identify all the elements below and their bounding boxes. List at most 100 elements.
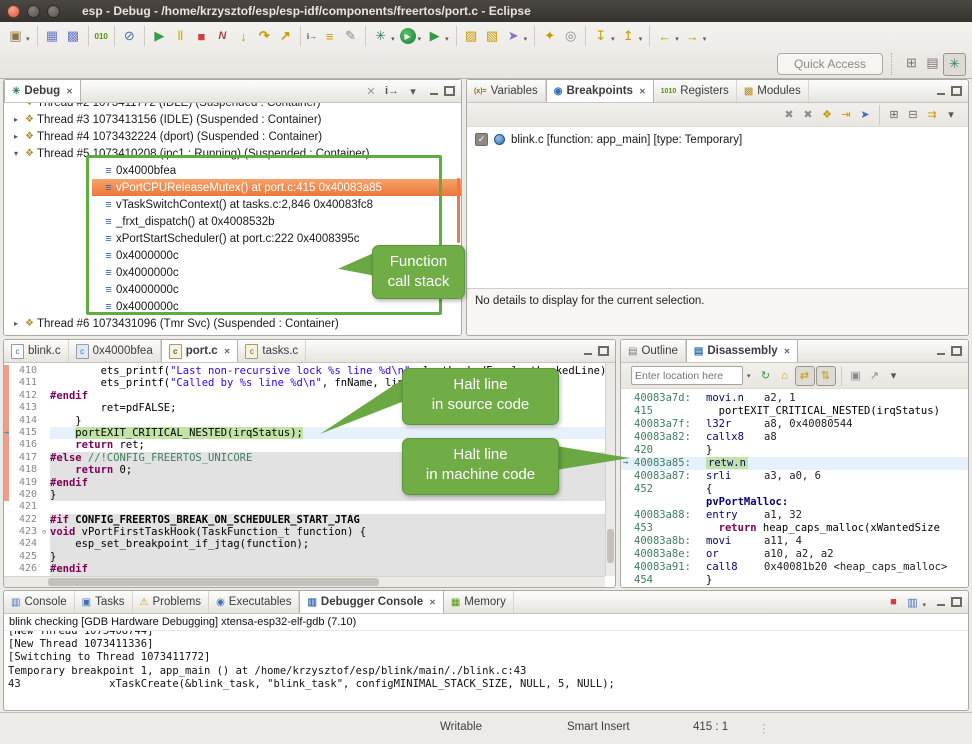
tab-debug[interactable]: ✳Debug✕ bbox=[4, 80, 81, 102]
remove-all-breakpoints-icon[interactable]: ✖ bbox=[799, 106, 817, 124]
code-line-421[interactable]: 421 bbox=[4, 501, 605, 513]
code-area[interactable]: 410 ets_printf("Last non-recursive lock … bbox=[4, 365, 605, 576]
location-dropdown-icon[interactable]: ▾ bbox=[747, 372, 751, 380]
stack-frame-row[interactable]: ≡0x4000000c bbox=[4, 247, 461, 264]
close-tab-icon[interactable]: ✕ bbox=[224, 347, 231, 356]
editor-vertical-scrollbar[interactable] bbox=[605, 363, 615, 576]
disassembly-line[interactable]: 420} bbox=[621, 444, 968, 457]
fold-marker[interactable]: ⊖ bbox=[42, 526, 50, 538]
stack-frame-row[interactable]: ≡_frxt_dispatch() at 0x4008532b bbox=[4, 213, 461, 230]
instruction-stepping-icon[interactable]: i→ bbox=[305, 26, 319, 47]
track-expression-icon[interactable]: ⇅ bbox=[816, 366, 836, 386]
run-icon[interactable]: ▶ bbox=[400, 28, 416, 44]
debug-view-scrollbar[interactable] bbox=[457, 178, 460, 243]
code-line-426[interactable]: 426#endif bbox=[4, 563, 605, 575]
code-line-422[interactable]: 422#if CONFIG_FREERTOS_BREAK_ON_SCHEDULE… bbox=[4, 514, 605, 526]
line-number[interactable]: 412 bbox=[9, 390, 42, 402]
save-all-icon[interactable]: ▩ bbox=[63, 26, 84, 47]
step-return-icon[interactable]: ↗ bbox=[275, 26, 296, 47]
tab-debugger-console[interactable]: ▥Debugger Console✕ bbox=[299, 591, 443, 613]
line-number[interactable]: 422 bbox=[9, 514, 42, 526]
debug-thread-row[interactable]: ▸❖Thread #3 1073413156 (IDLE) (Suspended… bbox=[4, 111, 461, 128]
new-view-icon[interactable]: ▣ bbox=[847, 367, 865, 385]
expand-arrow-icon[interactable]: ▸ bbox=[10, 319, 22, 328]
tab-memory[interactable]: ▦Memory bbox=[444, 591, 514, 613]
minimize-view-button[interactable] bbox=[933, 344, 948, 358]
search-icon[interactable]: ✦ bbox=[539, 26, 560, 47]
open-perspective-icon[interactable]: ⊞ bbox=[901, 53, 922, 74]
minimize-view-button[interactable] bbox=[933, 595, 948, 609]
new-wizard-icon[interactable]: ▣ bbox=[5, 26, 26, 47]
close-tab-icon[interactable]: ✕ bbox=[66, 87, 73, 96]
debug-thread-row[interactable]: ❖Thread #2 1073411772 (IDLE) (Suspended … bbox=[4, 103, 461, 111]
profile-icon[interactable]: ▶ bbox=[424, 26, 445, 47]
disassembly-line[interactable]: 415 portEXIT_CRITICAL_NESTED(irqStatus) bbox=[621, 405, 968, 418]
suspend-icon[interactable]: Ⅱ bbox=[170, 26, 191, 47]
line-number[interactable]: 414 bbox=[9, 415, 42, 427]
line-number[interactable]: 423 bbox=[9, 526, 42, 538]
resume-icon[interactable]: ▶ bbox=[149, 26, 170, 47]
code-line-412[interactable]: 412#endif bbox=[4, 390, 605, 402]
disassembly-line[interactable]: 40083a7f:l32ra8, 0x40080544 bbox=[621, 418, 968, 431]
code-line-413[interactable]: 413 ret=pdFALSE; bbox=[4, 402, 605, 414]
editor-horizontal-scrollbar[interactable] bbox=[4, 576, 605, 587]
code-line-425[interactable]: 425} bbox=[4, 551, 605, 563]
debug-dropdown-icon[interactable]: ▾ bbox=[391, 35, 395, 43]
next-annotation-icon[interactable]: ↥ bbox=[618, 26, 639, 47]
open-folder-icon[interactable]: ▧ bbox=[482, 26, 503, 47]
breakpoint-checkbox[interactable]: ✓ bbox=[475, 133, 488, 146]
back-dropdown-icon[interactable]: ▾ bbox=[675, 35, 679, 43]
disassembly-line[interactable]: 40083a82:callx8a8 bbox=[621, 431, 968, 444]
home-icon[interactable]: ⌂ bbox=[776, 367, 794, 385]
maximize-view-button[interactable] bbox=[949, 595, 964, 609]
stack-frame-row[interactable]: ≡0x4000bfea bbox=[4, 162, 461, 179]
next-annotation-dropdown-icon[interactable]: ▾ bbox=[639, 35, 643, 43]
tab-outline[interactable]: ▤Outline bbox=[621, 340, 686, 362]
display-console-icon[interactable]: ▥ bbox=[903, 593, 921, 611]
view-menu-icon[interactable]: ▾ bbox=[404, 82, 422, 100]
remove-breakpoint-icon[interactable]: ✖ bbox=[780, 106, 798, 124]
cpp-perspective-icon[interactable]: ▤ bbox=[922, 53, 943, 74]
code-line-423[interactable]: 423⊖void vPortFirstTaskHook(TaskFunction… bbox=[4, 526, 605, 538]
line-number[interactable]: 415 bbox=[9, 427, 42, 439]
stack-frame-row[interactable]: ≡0x4000000c bbox=[4, 281, 461, 298]
refresh-icon[interactable]: ↻ bbox=[757, 367, 775, 385]
profile-dropdown-icon[interactable]: ▾ bbox=[445, 35, 449, 43]
tab-tasks[interactable]: ▣Tasks bbox=[75, 591, 133, 613]
collapse-all-icon[interactable]: ⊟ bbox=[904, 106, 922, 124]
tab-port-c[interactable]: cport.c✕ bbox=[161, 340, 239, 362]
tab-executables[interactable]: ◉Executables bbox=[209, 591, 299, 613]
tab-breakpoints[interactable]: ◉Breakpoints✕ bbox=[546, 80, 654, 102]
tab-blink-c[interactable]: cblink.c bbox=[4, 340, 69, 362]
stack-frame-row[interactable]: ≡0x4000000c bbox=[4, 298, 461, 315]
code-line-415[interactable]: 415 portEXIT_CRITICAL_NESTED(irqStatus);… bbox=[4, 427, 605, 439]
line-number[interactable]: 419 bbox=[9, 477, 42, 489]
code-line-416[interactable]: 416 return ret; bbox=[4, 439, 605, 451]
display-console-dropdown-icon[interactable]: ▾ bbox=[922, 601, 926, 609]
line-number[interactable]: 416 bbox=[9, 439, 42, 451]
close-tab-icon[interactable]: ✕ bbox=[639, 87, 646, 96]
code-line-417[interactable]: 417#else //!CONFIG_FREERTOS_UNICORE bbox=[4, 452, 605, 464]
stack-frame-row[interactable]: ≡vPortCPUReleaseMutex() at port.c:415 0x… bbox=[92, 179, 461, 196]
line-number[interactable]: 425 bbox=[9, 551, 42, 563]
edit-step-filters-icon[interactable]: ✎ bbox=[340, 26, 361, 47]
line-number[interactable]: 418 bbox=[9, 464, 42, 476]
step-into-icon[interactable]: ↓ bbox=[233, 26, 254, 47]
debug-thread-row[interactable]: ▾❖Thread #5 1073410208 (ipc1 : Running) … bbox=[4, 145, 461, 162]
expand-arrow-icon[interactable]: ▸ bbox=[10, 132, 22, 141]
remove-all-terminated-icon[interactable]: ✕ bbox=[362, 82, 380, 100]
stack-frame-row[interactable]: ≡xPortStartScheduler() at port.c:222 0x4… bbox=[4, 230, 461, 247]
disassembly-line[interactable]: 453 return heap_caps_malloc(xWantedSize bbox=[621, 522, 968, 535]
last-edit-location-icon[interactable]: ↧ bbox=[590, 26, 611, 47]
maximize-view-button[interactable] bbox=[949, 84, 964, 98]
minimize-view-button[interactable] bbox=[426, 84, 441, 98]
tab-console[interactable]: ▥Console bbox=[4, 591, 75, 613]
last-edit-location-dropdown-icon[interactable]: ▾ bbox=[611, 35, 615, 43]
open-new-view-icon[interactable]: ↗ bbox=[866, 367, 884, 385]
tab-disassembly[interactable]: ▤Disassembly✕ bbox=[686, 340, 798, 362]
back-icon[interactable]: ← bbox=[654, 26, 675, 47]
code-line-418[interactable]: 418 return 0; bbox=[4, 464, 605, 476]
disasm-location-input[interactable] bbox=[631, 366, 743, 385]
line-number[interactable]: 411 bbox=[9, 377, 42, 389]
code-line-410[interactable]: 410 ets_printf("Last non-recursive lock … bbox=[4, 365, 605, 377]
